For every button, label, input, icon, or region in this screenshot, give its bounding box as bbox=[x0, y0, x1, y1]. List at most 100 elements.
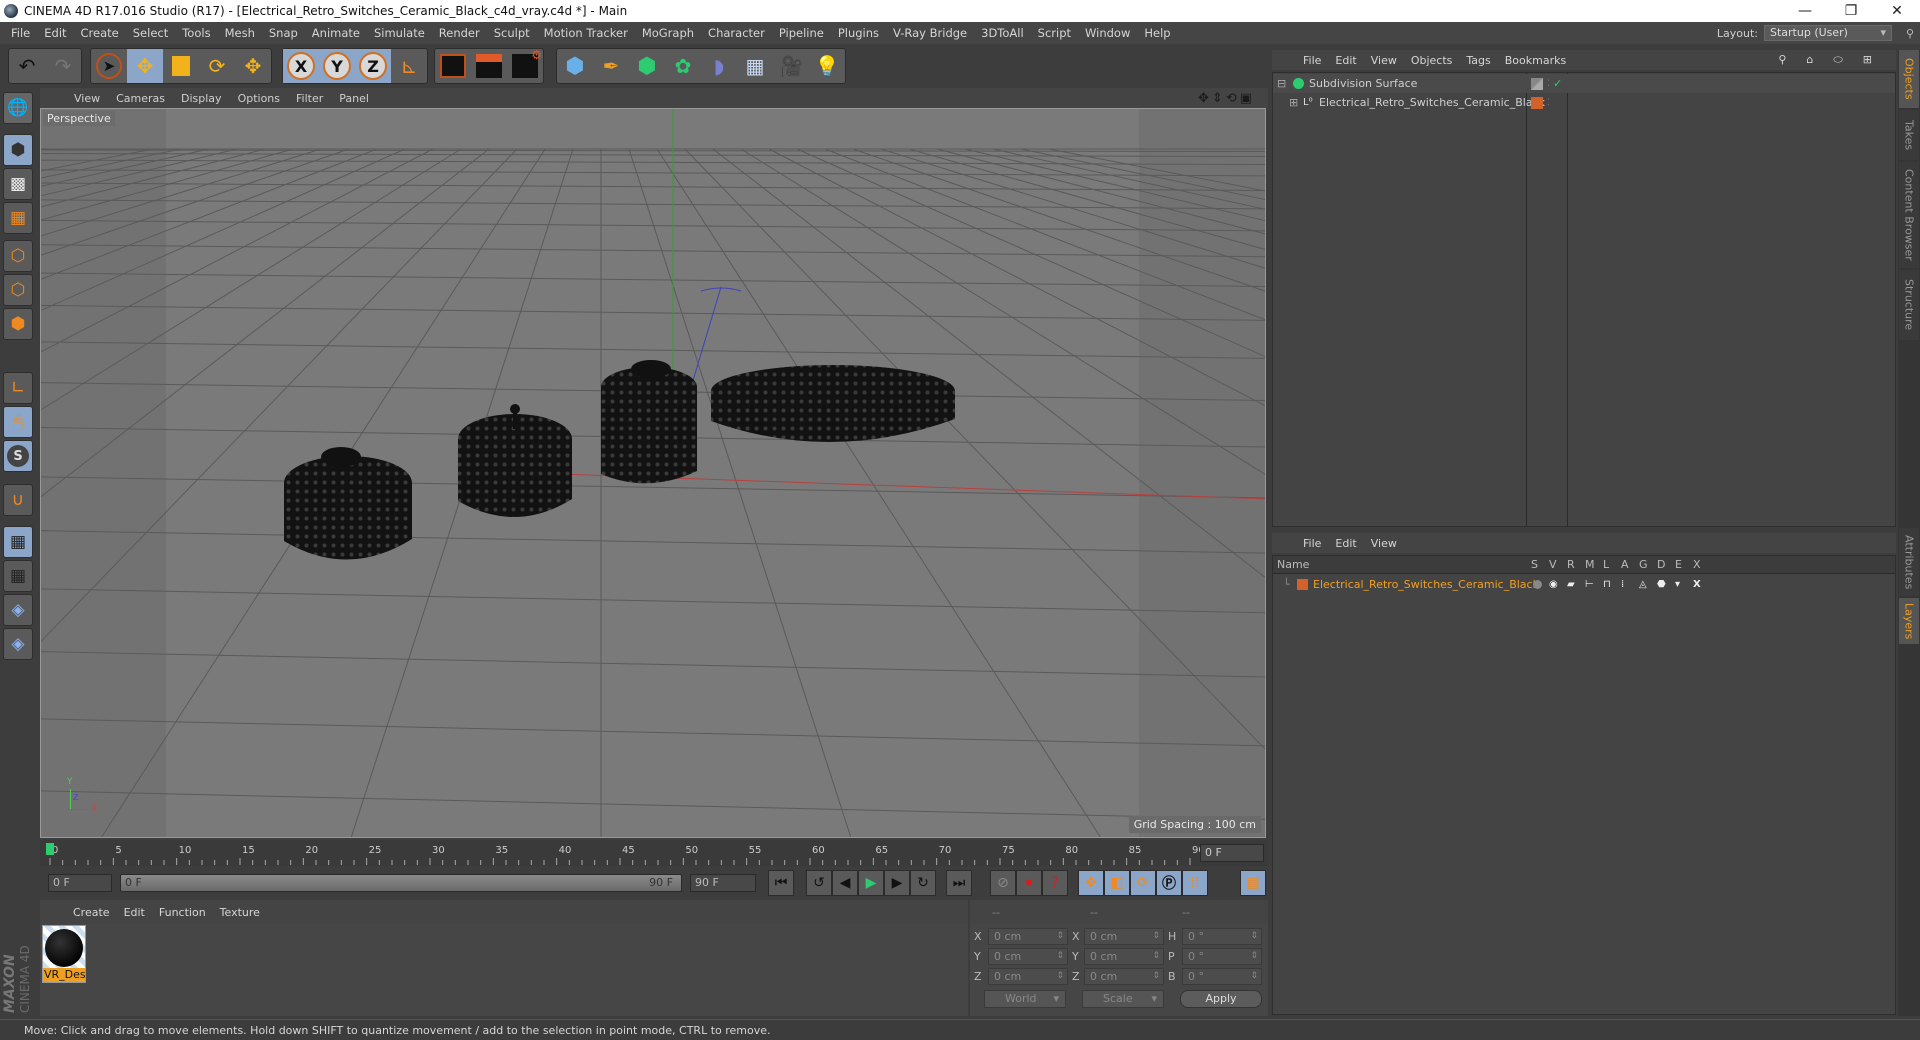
column-generators[interactable]: G bbox=[1639, 558, 1648, 571]
pos-x-field[interactable]: 0 cm bbox=[988, 928, 1068, 945]
go-to-end-button[interactable]: ⏭ bbox=[946, 870, 972, 896]
menu-edit[interactable]: Edit bbox=[37, 26, 73, 40]
viewport-menu-display[interactable]: Display bbox=[173, 92, 230, 105]
apply-button[interactable]: Apply bbox=[1180, 990, 1262, 1008]
render-to-picture-viewer-button[interactable] bbox=[471, 49, 507, 83]
maximize-view-icon[interactable]: ▣ bbox=[1240, 91, 1252, 106]
key-pla-button[interactable]: ⁞⁞ bbox=[1182, 870, 1208, 896]
new-window-icon[interactable]: ⊞ bbox=[1856, 53, 1879, 67]
object-menu-file[interactable]: File bbox=[1296, 54, 1328, 67]
texture-mode-button[interactable]: ▩ bbox=[3, 168, 33, 200]
3d-viewport[interactable]: Perspective Grid Spacing : 100 cm Y X Z bbox=[40, 108, 1266, 838]
xref-icon[interactable]: X bbox=[1693, 579, 1701, 590]
object-row-electrical-retro-switches[interactable]: ⊞ L⁰ Electrical_Retro_Switches_Ceramic_B… bbox=[1273, 93, 1895, 112]
make-editable-button[interactable]: 🌐 bbox=[3, 92, 33, 124]
viewport-menu-options[interactable]: Options bbox=[230, 92, 288, 105]
enabled-check-icon[interactable]: ✓ bbox=[1553, 77, 1562, 90]
rotate-tool-button[interactable]: ⟳ bbox=[199, 49, 235, 83]
edges-mode-button[interactable]: ⬡ bbox=[3, 274, 33, 306]
redo-button[interactable]: ↷ bbox=[45, 49, 81, 83]
rot-h-field[interactable]: 0 ° bbox=[1182, 928, 1262, 945]
menu-vray-bridge[interactable]: V-Ray Bridge bbox=[886, 26, 974, 40]
expand-icon[interactable]: ⊞ bbox=[1289, 96, 1298, 109]
playhead[interactable] bbox=[46, 843, 54, 855]
tab-content-browser[interactable]: Content Browser bbox=[1899, 162, 1919, 268]
key-position-button[interactable]: ✥ bbox=[1078, 870, 1104, 896]
material-swatch[interactable]: VR_Desi bbox=[42, 925, 86, 983]
object-menu-objects[interactable]: Objects bbox=[1404, 54, 1460, 67]
column-deformers[interactable]: D bbox=[1657, 558, 1665, 571]
end-frame-field[interactable]: 90 F bbox=[690, 874, 756, 892]
retro-switch-1[interactable] bbox=[284, 447, 412, 560]
coordinate-system-button[interactable]: ⊾ bbox=[391, 49, 427, 83]
clapboard-icon[interactable]: ▰ bbox=[1567, 579, 1575, 590]
render-view-button[interactable] bbox=[435, 49, 471, 83]
menu-simulate[interactable]: Simulate bbox=[367, 26, 432, 40]
rot-b-field[interactable]: 0 ° bbox=[1182, 968, 1262, 985]
layout-dropdown[interactable]: Startup (User) bbox=[1764, 25, 1892, 41]
planar-workplane-button[interactable]: ▦ bbox=[3, 560, 33, 592]
axis-mode-button[interactable]: ∟ bbox=[3, 372, 33, 404]
light-button[interactable]: 💡 bbox=[809, 49, 845, 83]
visibility-dots-icon[interactable]: ⁚ bbox=[1547, 98, 1550, 108]
workplane-mode-button[interactable]: ▦ bbox=[3, 202, 33, 234]
model-mode-button[interactable]: ⬢ bbox=[3, 134, 33, 166]
floor-button[interactable]: ▦ bbox=[737, 49, 773, 83]
keyframe-selection-button[interactable]: ? bbox=[1042, 870, 1068, 896]
go-to-start-button[interactable]: ⏮ bbox=[768, 870, 794, 896]
rot-p-field[interactable]: 0 ° bbox=[1182, 948, 1262, 965]
menu-pipeline[interactable]: Pipeline bbox=[772, 26, 831, 40]
size-x-field[interactable]: 0 cm bbox=[1084, 928, 1164, 945]
object-menu-view[interactable]: View bbox=[1364, 54, 1404, 67]
menu-script[interactable]: Script bbox=[1031, 26, 1078, 40]
home-icon[interactable]: ⌂ bbox=[1799, 53, 1820, 67]
z-axis-toggle[interactable]: Z bbox=[355, 49, 391, 83]
material-menu-function[interactable]: Function bbox=[152, 906, 213, 919]
minimize-button[interactable]: — bbox=[1782, 0, 1828, 22]
lock-icon[interactable]: ⊓ bbox=[1603, 579, 1611, 590]
layer-row[interactable]: └ Electrical_Retro_Switches_Ceramic_Blac… bbox=[1273, 575, 1895, 594]
zoom-icon[interactable]: ⇕ bbox=[1212, 91, 1223, 106]
menu-select[interactable]: Select bbox=[126, 26, 175, 40]
viewport-menu-cameras[interactable]: Cameras bbox=[108, 92, 173, 105]
move-tool-button[interactable]: ✥ bbox=[127, 49, 163, 83]
close-button[interactable]: ✕ bbox=[1874, 0, 1920, 22]
coordinate-mode-dropdown[interactable]: World bbox=[984, 990, 1066, 1008]
polygons-mode-button[interactable]: ⬢ bbox=[3, 308, 33, 340]
column-animation[interactable]: A bbox=[1621, 558, 1629, 571]
layer-color-swatch[interactable] bbox=[1531, 96, 1543, 109]
column-solo[interactable]: S bbox=[1531, 558, 1538, 571]
next-frame-button[interactable]: ▶ bbox=[884, 870, 910, 896]
retro-switch-3[interactable] bbox=[601, 360, 697, 484]
menu-motion-tracker[interactable]: Motion Tracker bbox=[537, 26, 635, 40]
menu-render[interactable]: Render bbox=[432, 26, 487, 40]
tab-attributes[interactable]: Attributes bbox=[1899, 528, 1919, 596]
object-menu-tags[interactable]: Tags bbox=[1459, 54, 1497, 67]
key-parameter-button[interactable]: Ⓟ bbox=[1156, 870, 1182, 896]
column-xrefs[interactable]: X bbox=[1693, 558, 1701, 571]
render-settings-button[interactable]: ⚙ bbox=[507, 48, 543, 83]
viewport-menu-filter[interactable]: Filter bbox=[288, 92, 331, 105]
locked-workplane-button[interactable]: ▦ bbox=[3, 526, 33, 558]
deformer-button[interactable]: ◗ bbox=[701, 49, 737, 83]
visibility-dots-icon[interactable]: ⁚ bbox=[1547, 79, 1550, 89]
column-render[interactable]: R bbox=[1567, 558, 1575, 571]
menu-sculpt[interactable]: Sculpt bbox=[487, 26, 537, 40]
live-selection-button[interactable]: ➤ bbox=[91, 49, 127, 83]
column-expressions[interactable]: E bbox=[1675, 558, 1682, 571]
material-menu-edit[interactable]: Edit bbox=[117, 906, 152, 919]
orbit-icon[interactable]: ⟲ bbox=[1226, 91, 1237, 106]
menu-animate[interactable]: Animate bbox=[305, 26, 367, 40]
solo-button[interactable]: S bbox=[3, 440, 33, 472]
film-icon[interactable]: ⁞ bbox=[1621, 579, 1624, 590]
x-axis-toggle[interactable]: X bbox=[283, 49, 319, 83]
viewport-menu-panel[interactable]: Panel bbox=[331, 92, 377, 105]
frame-range-slider[interactable]: 0 F 90 F bbox=[120, 874, 682, 892]
snap-button[interactable]: ∪ bbox=[3, 484, 33, 516]
autokey-button[interactable]: ⏺ bbox=[1016, 870, 1042, 896]
menu-character[interactable]: Character bbox=[701, 26, 772, 40]
key-scale-button[interactable]: ◧ bbox=[1104, 870, 1130, 896]
column-manager[interactable]: M bbox=[1585, 558, 1595, 571]
menu-plugins[interactable]: Plugins bbox=[831, 26, 886, 40]
menu-file[interactable]: File bbox=[4, 26, 37, 40]
